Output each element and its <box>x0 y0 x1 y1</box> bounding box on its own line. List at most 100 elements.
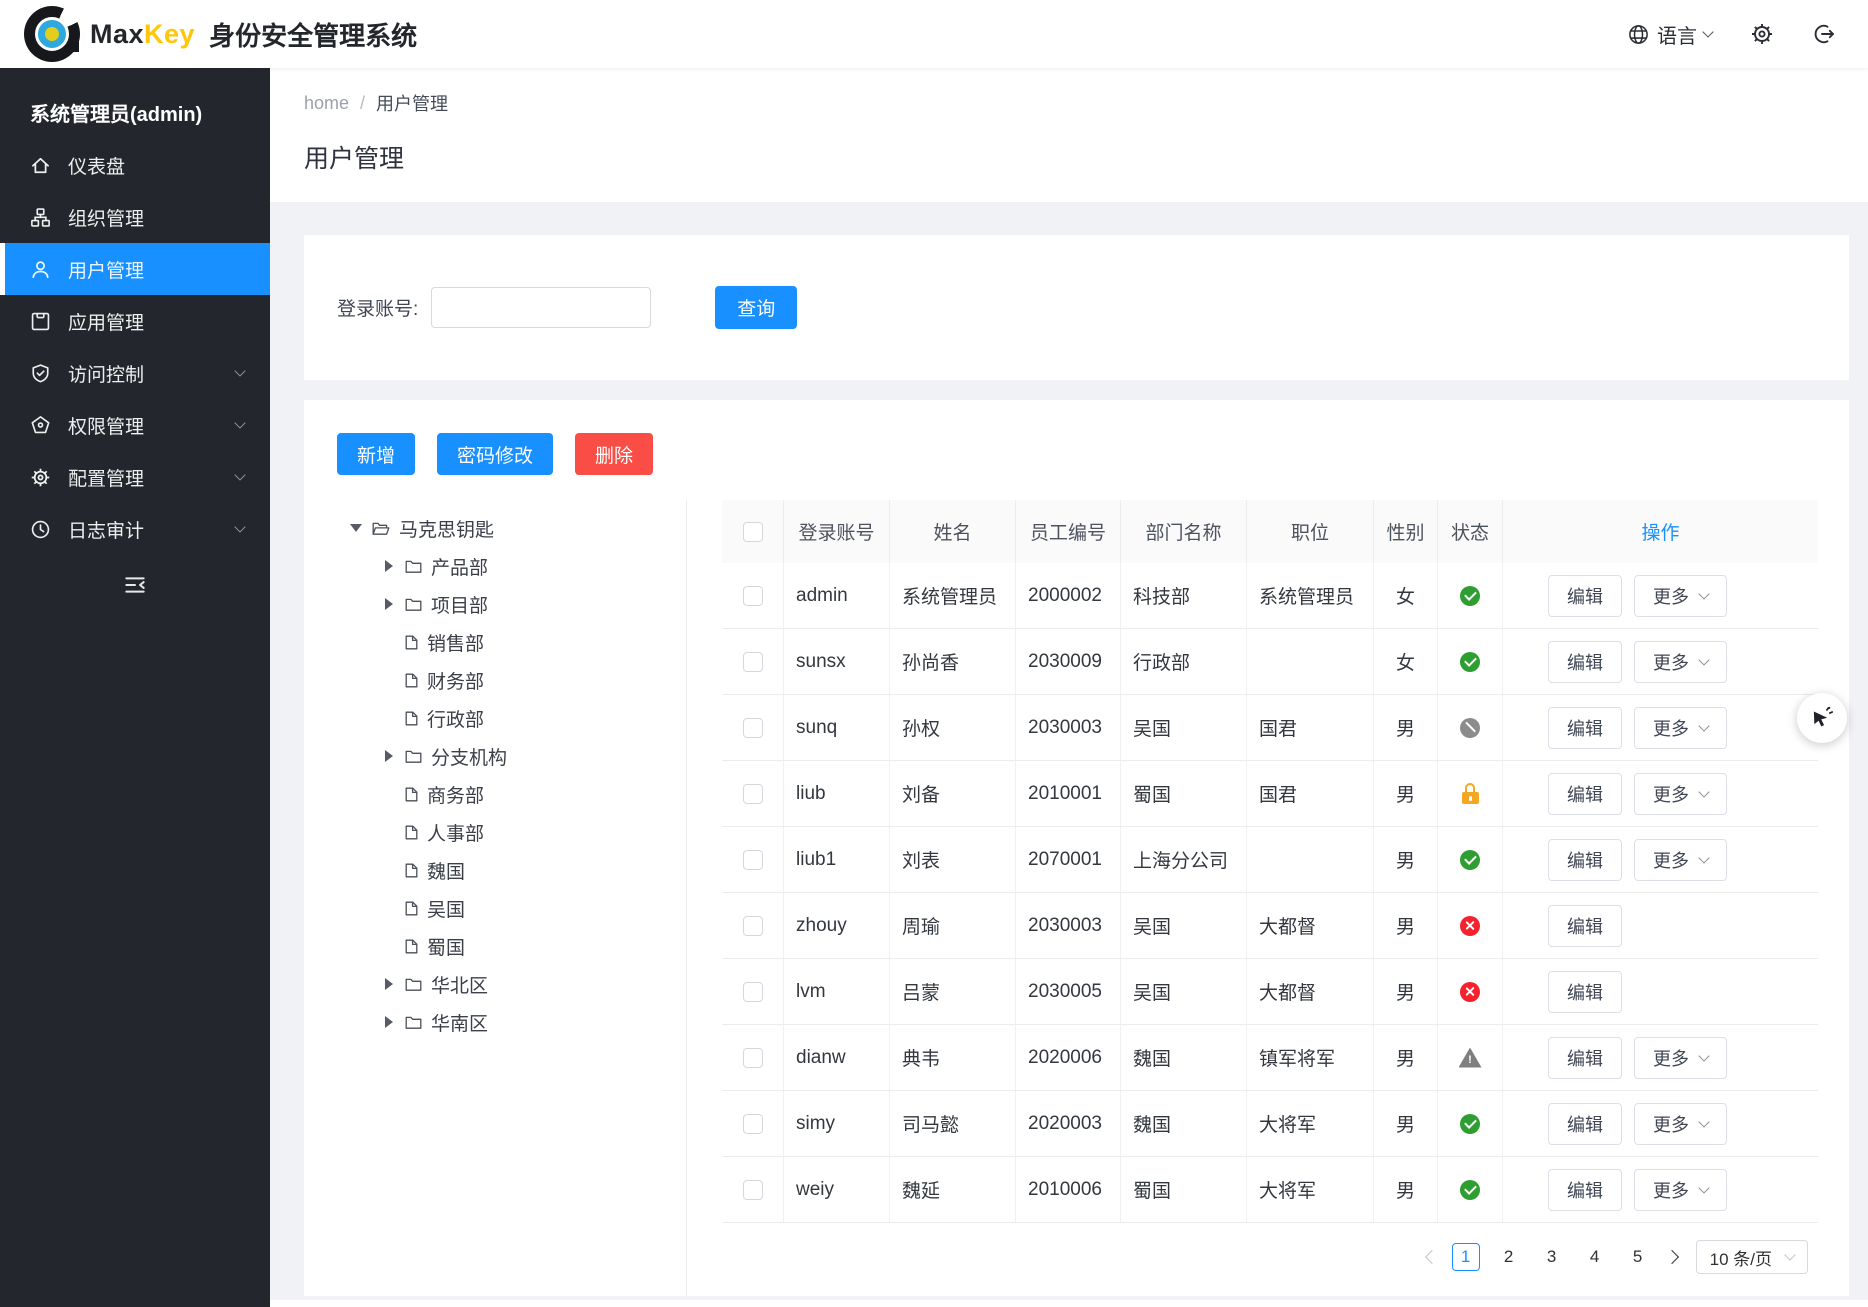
page-number-5[interactable]: 5 <box>1624 1243 1652 1271</box>
row-checkbox[interactable] <box>743 586 763 606</box>
more-button[interactable]: 更多 <box>1634 575 1727 617</box>
tree-node[interactable]: 行政部 <box>349 699 686 737</box>
cell-dept: 上海分公司 <box>1121 827 1247 892</box>
chevron-down-icon <box>1698 852 1709 863</box>
tree-node[interactable]: 人事部 <box>349 813 686 851</box>
tree-node[interactable]: 项目部 <box>349 585 686 623</box>
chevron-down-icon <box>1698 1182 1709 1193</box>
select-all-checkbox[interactable] <box>743 522 763 542</box>
chevron-down-icon <box>1698 720 1709 731</box>
edit-button[interactable]: 编辑 <box>1548 1103 1622 1145</box>
caret-right-icon[interactable] <box>385 560 393 572</box>
cell-position: 大都督 <box>1247 959 1374 1024</box>
bottom-strip <box>270 1300 1868 1307</box>
query-button[interactable]: 查询 <box>715 286 797 329</box>
cell-actions: 编辑更多 <box>1503 629 1818 694</box>
row-checkbox[interactable] <box>743 916 763 936</box>
edit-button[interactable]: 编辑 <box>1548 575 1622 617</box>
row-checkbox[interactable] <box>743 982 763 1002</box>
row-checkbox[interactable] <box>743 1048 763 1068</box>
more-button[interactable]: 更多 <box>1634 1169 1727 1211</box>
settings-gear-icon[interactable] <box>1750 22 1774 46</box>
caret-slot <box>382 1016 396 1028</box>
sidebar-item-permission[interactable]: 权限管理 <box>0 399 270 451</box>
more-button[interactable]: 更多 <box>1634 773 1727 815</box>
edit-button[interactable]: 编辑 <box>1548 641 1622 683</box>
cell-status <box>1438 629 1503 694</box>
row-checkbox[interactable] <box>743 718 763 738</box>
row-checkbox[interactable] <box>743 1114 763 1134</box>
add-button[interactable]: 新增 <box>337 433 415 475</box>
row-checkbox[interactable] <box>743 850 763 870</box>
edit-button[interactable]: 编辑 <box>1548 707 1622 749</box>
edit-button[interactable]: 编辑 <box>1548 1169 1622 1211</box>
caret-right-icon[interactable] <box>385 978 393 990</box>
change-password-button[interactable]: 密码修改 <box>437 433 553 475</box>
more-button[interactable]: 更多 <box>1634 1037 1727 1079</box>
language-selector[interactable]: 语言 <box>1627 20 1712 49</box>
sidebar-item-label: 日志审计 <box>68 516 219 543</box>
chevron-down-icon <box>234 469 245 480</box>
app-header: Max Key 身份安全管理系统 语言 <box>0 0 1868 68</box>
cell-emp-no: 2020003 <box>1016 1091 1121 1156</box>
cell-emp-no: 2020006 <box>1016 1025 1121 1090</box>
more-button[interactable]: 更多 <box>1634 641 1727 683</box>
tree-node[interactable]: 华南区 <box>349 1003 686 1041</box>
edit-button[interactable]: 编辑 <box>1548 773 1622 815</box>
edit-button[interactable]: 编辑 <box>1548 971 1622 1013</box>
login-account-input[interactable] <box>431 287 651 328</box>
sidebar-item-clock[interactable]: 日志审计 <box>0 503 270 555</box>
tree-node[interactable]: 吴国 <box>349 889 686 927</box>
tree-node[interactable]: 产品部 <box>349 547 686 585</box>
caret-right-icon[interactable] <box>385 598 393 610</box>
table-row: liub刘备2010001蜀国国君男编辑更多 <box>722 761 1818 827</box>
sidebar-item-shield[interactable]: 访问控制 <box>0 347 270 399</box>
tree-node[interactable]: 魏国 <box>349 851 686 889</box>
caret-down-icon[interactable] <box>350 524 362 532</box>
tree-node[interactable]: 销售部 <box>349 623 686 661</box>
floating-cursor-button[interactable] <box>1797 693 1847 743</box>
cell-status: ! <box>1438 1025 1503 1090</box>
document-icon <box>405 673 418 688</box>
breadcrumb-home-link[interactable]: home <box>304 93 349 114</box>
menu-fold-icon[interactable] <box>123 573 147 597</box>
tree-node[interactable]: 华北区 <box>349 965 686 1003</box>
logout-icon[interactable] <box>1812 22 1836 46</box>
page-number-4[interactable]: 4 <box>1581 1243 1609 1271</box>
row-checkbox[interactable] <box>743 784 763 804</box>
tree-node[interactable]: 马克思钥匙 <box>349 509 686 547</box>
page-size-select[interactable]: 10 条/页 <box>1696 1240 1808 1274</box>
column-header: 员工编号 <box>1016 500 1121 563</box>
sidebar-item-gear[interactable]: 配置管理 <box>0 451 270 503</box>
sidebar-item-dashboard[interactable]: 仪表盘 <box>0 139 270 191</box>
tree-node[interactable]: 商务部 <box>349 775 686 813</box>
status-active-check-icon <box>1460 1180 1480 1200</box>
delete-button[interactable]: 删除 <box>575 433 653 475</box>
row-checkbox[interactable] <box>743 1180 763 1200</box>
more-button[interactable]: 更多 <box>1634 839 1727 881</box>
tree-node-label: 行政部 <box>427 705 484 732</box>
caret-right-icon[interactable] <box>385 1016 393 1028</box>
cell-gender: 女 <box>1374 629 1438 694</box>
next-page-icon[interactable] <box>1665 1250 1679 1264</box>
prev-page-icon[interactable] <box>1425 1250 1439 1264</box>
cell-actions: 编辑更多 <box>1503 827 1818 892</box>
tree-node[interactable]: 蜀国 <box>349 927 686 965</box>
edit-button[interactable]: 编辑 <box>1548 1037 1622 1079</box>
page-number-2[interactable]: 2 <box>1495 1243 1523 1271</box>
tree-node[interactable]: 财务部 <box>349 661 686 699</box>
more-button[interactable]: 更多 <box>1634 1103 1727 1145</box>
caret-right-icon[interactable] <box>385 750 393 762</box>
more-button[interactable]: 更多 <box>1634 707 1727 749</box>
page-number-1[interactable]: 1 <box>1452 1243 1480 1271</box>
sidebar-item-user[interactable]: 用户管理 <box>0 243 270 295</box>
cell-emp-no: 2070001 <box>1016 827 1121 892</box>
page-number-3[interactable]: 3 <box>1538 1243 1566 1271</box>
sidebar-item-app[interactable]: 应用管理 <box>0 295 270 347</box>
edit-button[interactable]: 编辑 <box>1548 905 1622 947</box>
tree-node[interactable]: 分支机构 <box>349 737 686 775</box>
sidebar-item-org[interactable]: 组织管理 <box>0 191 270 243</box>
cell-emp-no: 2030003 <box>1016 695 1121 760</box>
edit-button[interactable]: 编辑 <box>1548 839 1622 881</box>
row-checkbox[interactable] <box>743 652 763 672</box>
